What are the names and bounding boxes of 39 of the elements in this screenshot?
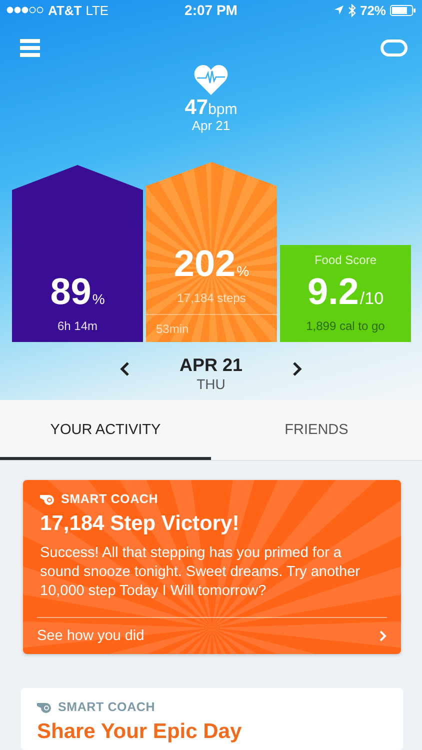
tab[interactable]: YOUR ACTIVITY — [0, 400, 211, 460]
heart-rate-unit: bpm — [208, 101, 238, 118]
active-minutes: 53min — [156, 322, 189, 336]
bluetooth-icon — [348, 4, 356, 16]
metric-unit: % — [92, 290, 105, 309]
network-type: LTE — [86, 2, 109, 18]
card-message: Success! All that stepping has you primed for a sound snooze tonight. Sweet dreams. Try another 10,000 step Today I Will tomorrow? — [40, 544, 361, 601]
card-title: Share Your Epic Day — [37, 719, 243, 745]
chevron-icon — [379, 630, 387, 642]
tab[interactable]: FRIENDS — [211, 400, 422, 460]
card-tag: SMART COACH — [58, 700, 156, 714]
metric-detail: 17,184 steps — [177, 291, 246, 306]
heart-rate-value: 47 — [184, 96, 208, 120]
sleep-bar[interactable]: 89% 6h 14m — [12, 165, 143, 342]
heart-rate-icon — [194, 64, 228, 96]
metric-value: 202 — [174, 244, 236, 284]
selected-date: APR 21 — [178, 354, 244, 376]
menu-button[interactable] — [20, 39, 40, 57]
battery-percent: 72% — [360, 2, 386, 18]
card-tag: SMART COACH — [61, 492, 158, 506]
weekday: THU — [196, 376, 226, 392]
location-icon — [334, 5, 344, 15]
chevron-left-icon — [120, 361, 130, 377]
battery-icon — [390, 4, 416, 16]
whistle-icon — [40, 494, 56, 504]
metric-detail: 6h 14m — [57, 319, 98, 334]
metric-value: 89 — [50, 272, 92, 312]
signal-icon — [6, 6, 44, 14]
metric-unit: /10 — [360, 288, 384, 310]
metric-detail: 1,899 cal to go — [306, 319, 385, 334]
whistle-icon — [37, 702, 53, 712]
carrier: AT&T — [48, 2, 82, 18]
clock: 2:07 PM — [184, 2, 238, 18]
card-title: 17,184 Step Victory! — [40, 511, 240, 537]
chevron-right-icon — [292, 361, 302, 377]
metric-label: Food Score — [314, 253, 377, 267]
metric-value: 9.2 — [307, 272, 359, 312]
heart-rate-date: Apr 21 — [192, 118, 230, 134]
metric-unit: % — [236, 262, 250, 281]
